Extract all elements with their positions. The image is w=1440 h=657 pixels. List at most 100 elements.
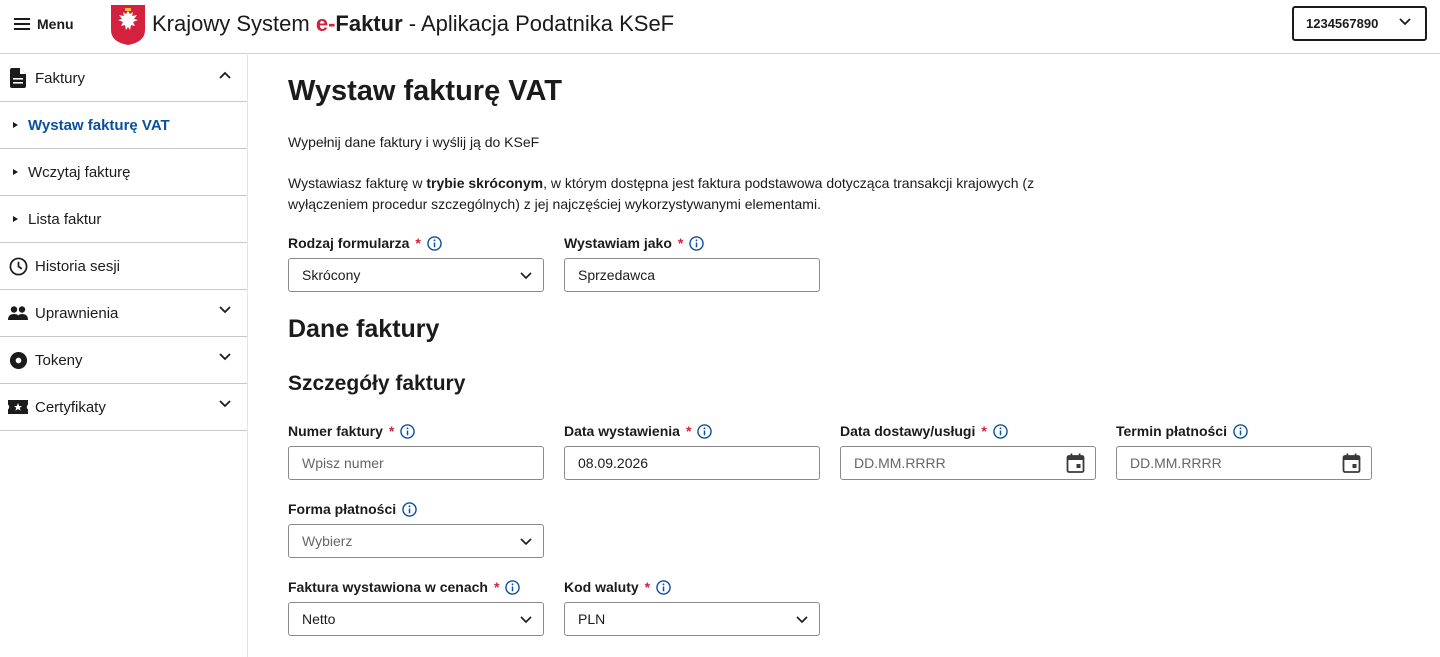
app-title-brand-e: e- bbox=[315, 11, 336, 36]
info-icon[interactable] bbox=[656, 579, 671, 595]
payment-due-input[interactable]: DD.MM.RRRR bbox=[1116, 446, 1372, 480]
field-label: Data dostawy/usługi * bbox=[840, 421, 1096, 441]
app-title: Krajowy System e-Faktur - Aplikacja Poda… bbox=[152, 10, 674, 38]
field-label: Forma płatności bbox=[288, 499, 544, 519]
info-icon[interactable] bbox=[689, 235, 705, 251]
sidebar-item-wczytaj-fakture[interactable]: Wczytaj fakturę bbox=[0, 149, 247, 196]
sidebar-item-historia-sesji[interactable]: Historia sesji bbox=[0, 243, 247, 290]
app-title-brand-rest: Faktur bbox=[335, 11, 403, 36]
info-icon[interactable] bbox=[1233, 423, 1248, 439]
chevron-down-icon bbox=[1399, 18, 1411, 26]
info-icon[interactable] bbox=[400, 423, 416, 439]
menu-label: Menu bbox=[37, 16, 74, 32]
page-description: Wystawiasz fakturę w trybie skróconym, w… bbox=[288, 173, 1048, 215]
chevron-down-icon bbox=[219, 353, 231, 361]
field-label-text: Numer faktury bbox=[288, 423, 383, 439]
page-title: Wystaw fakturę VAT bbox=[288, 75, 562, 107]
input-value: 08.09.2026 bbox=[578, 455, 649, 471]
field-label-text: Kod waluty bbox=[564, 579, 639, 595]
field-label-text: Data dostawy/usługi bbox=[840, 423, 976, 439]
field-label: Faktura wystawiona w cenach * bbox=[288, 577, 544, 597]
section-title-invoice-data: Dane faktury bbox=[288, 315, 440, 343]
description-text: Wystawiasz fakturę w bbox=[288, 175, 427, 191]
calendar-icon[interactable] bbox=[1066, 453, 1085, 473]
sidebar-item-label: Historia sesji bbox=[35, 257, 121, 275]
field-label-text: Wystawiam jako bbox=[564, 235, 672, 251]
sidebar-item-tokeny[interactable]: Tokeny bbox=[0, 337, 247, 384]
form-type-select[interactable]: Skrócony bbox=[288, 258, 544, 292]
input-placeholder: DD.MM.RRRR bbox=[1130, 455, 1222, 471]
price-basis-select[interactable]: Netto bbox=[288, 602, 544, 636]
info-icon[interactable] bbox=[505, 579, 521, 595]
app-title-brand: e-Faktur bbox=[316, 11, 403, 36]
input-placeholder: Wpisz numer bbox=[302, 455, 384, 471]
select-value: Netto bbox=[302, 611, 336, 627]
payment-form-select[interactable]: Wybierz bbox=[288, 524, 544, 558]
field-label: Numer faktury * bbox=[288, 421, 544, 441]
payment-due-field: Termin płatności DD.MM.RRRR bbox=[1116, 421, 1372, 480]
bullet-triangle-icon bbox=[13, 122, 18, 128]
issuer-as-field: Wystawiam jako * Sprzedawca bbox=[564, 233, 820, 292]
polish-eagle-emblem-icon bbox=[111, 5, 145, 45]
chevron-down-icon bbox=[796, 616, 808, 624]
sidebar-item-uprawnienia[interactable]: Uprawnienia bbox=[0, 290, 247, 337]
nip-context-select[interactable]: 1234567890 bbox=[1292, 6, 1427, 41]
required-marker: * bbox=[493, 579, 500, 595]
bullet-triangle-icon bbox=[13, 216, 18, 222]
required-marker: * bbox=[415, 235, 421, 251]
delivery-date-input[interactable]: DD.MM.RRRR bbox=[840, 446, 1096, 480]
field-label: Kod waluty * bbox=[564, 577, 820, 597]
app-title-suffix: - Aplikacja Podatnika KSeF bbox=[402, 11, 675, 36]
delivery-date-field: Data dostawy/usługi * DD.MM.RRRR bbox=[840, 421, 1096, 480]
chevron-down-icon bbox=[520, 272, 532, 280]
page-intro: Wypełnij dane faktury i wyślij ją do KSe… bbox=[288, 134, 540, 150]
info-icon[interactable] bbox=[402, 501, 417, 517]
menu-button[interactable]: Menu bbox=[14, 14, 74, 34]
sidebar-item-label: Wczytaj fakturę bbox=[28, 163, 131, 181]
chevron-down-icon bbox=[219, 400, 231, 408]
currency-select[interactable]: PLN bbox=[564, 602, 820, 636]
info-icon[interactable] bbox=[993, 423, 1008, 439]
required-marker: * bbox=[644, 579, 651, 595]
chevron-down-icon bbox=[520, 616, 532, 624]
select-value: Skrócony bbox=[302, 267, 361, 283]
required-marker: * bbox=[685, 423, 692, 439]
info-icon[interactable] bbox=[697, 423, 713, 439]
document-icon bbox=[8, 68, 28, 88]
field-label-text: Faktura wystawiona w cenach bbox=[288, 579, 488, 595]
required-marker: * bbox=[981, 423, 987, 439]
sidebar-item-faktury[interactable]: Faktury bbox=[0, 55, 247, 102]
certificate-icon bbox=[8, 397, 28, 417]
field-label-text: Rodzaj formularza bbox=[288, 235, 410, 251]
app-title-prefix: Krajowy System bbox=[152, 11, 316, 36]
section-title-invoice-details: Szczegóły faktury bbox=[288, 372, 466, 395]
payment-form-field: Forma płatności Wybierz bbox=[288, 499, 544, 558]
sidebar-item-label: Uprawnienia bbox=[35, 304, 119, 322]
sidebar-item-wystaw-fakture[interactable]: Wystaw fakturę VAT bbox=[0, 102, 247, 149]
token-icon bbox=[8, 350, 28, 370]
issue-date-field: Data wystawienia * 08.09.2026 bbox=[564, 421, 820, 480]
field-label-text: Termin płatności bbox=[1116, 423, 1227, 439]
sidebar-item-label: Lista faktur bbox=[28, 210, 102, 228]
sidebar-item-lista-faktur[interactable]: Lista faktur bbox=[0, 196, 247, 243]
required-marker: * bbox=[388, 423, 395, 439]
chevron-down-icon bbox=[520, 538, 532, 546]
invoice-number-input[interactable]: Wpisz numer bbox=[288, 446, 544, 480]
field-label: Rodzaj formularza * bbox=[288, 233, 544, 253]
info-icon[interactable] bbox=[427, 235, 442, 251]
sidebar-item-certyfikaty[interactable]: Certyfikaty bbox=[0, 384, 247, 431]
select-placeholder: Wybierz bbox=[302, 533, 353, 549]
issue-date-input[interactable]: 08.09.2026 bbox=[564, 446, 820, 480]
nip-value: 1234567890 bbox=[1306, 16, 1379, 31]
sidebar-item-label: Tokeny bbox=[35, 351, 83, 369]
field-label-text: Data wystawienia bbox=[564, 423, 680, 439]
field-label-text: Forma płatności bbox=[288, 501, 397, 517]
field-label: Wystawiam jako * bbox=[564, 233, 820, 253]
price-basis-field: Faktura wystawiona w cenach * Netto bbox=[288, 577, 544, 636]
issuer-as-input[interactable]: Sprzedawca bbox=[564, 258, 820, 292]
input-placeholder: DD.MM.RRRR bbox=[854, 455, 946, 471]
top-header: Menu Krajowy System e-Faktur - Aplikacja… bbox=[0, 0, 1440, 54]
calendar-icon[interactable] bbox=[1342, 453, 1361, 473]
sidebar-item-label: Faktury bbox=[35, 69, 86, 87]
chevron-up-icon bbox=[219, 71, 231, 79]
